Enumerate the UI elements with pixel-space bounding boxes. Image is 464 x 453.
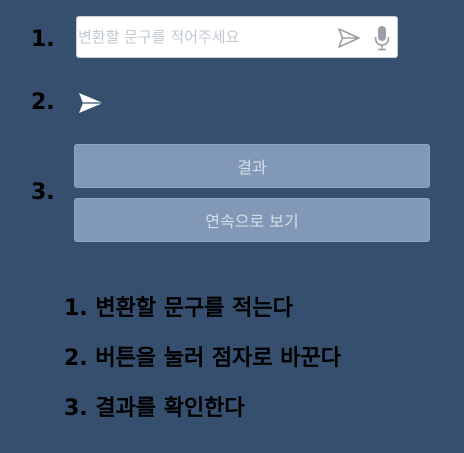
instruction-step-3: 3. 결과를 확인한다 — [64, 396, 245, 421]
continuous-view-button[interactable]: 연속으로 보기 — [74, 198, 430, 242]
step-number-2: 2. — [31, 90, 55, 115]
microphone-icon[interactable] — [374, 25, 390, 51]
instruction-step-2: 2. 버튼을 눌러 점자로 바꾼다 — [64, 346, 341, 371]
text-input-box — [76, 16, 398, 58]
send-button[interactable] — [78, 92, 104, 114]
step-number-1: 1. — [31, 27, 55, 52]
result-button[interactable]: 결과 — [74, 144, 430, 188]
text-input[interactable] — [78, 17, 330, 57]
instruction-step-1: 1. 변환할 문구를 적는다 — [64, 296, 293, 321]
step-number-3: 3. — [31, 180, 55, 205]
send-icon[interactable] — [337, 27, 361, 49]
